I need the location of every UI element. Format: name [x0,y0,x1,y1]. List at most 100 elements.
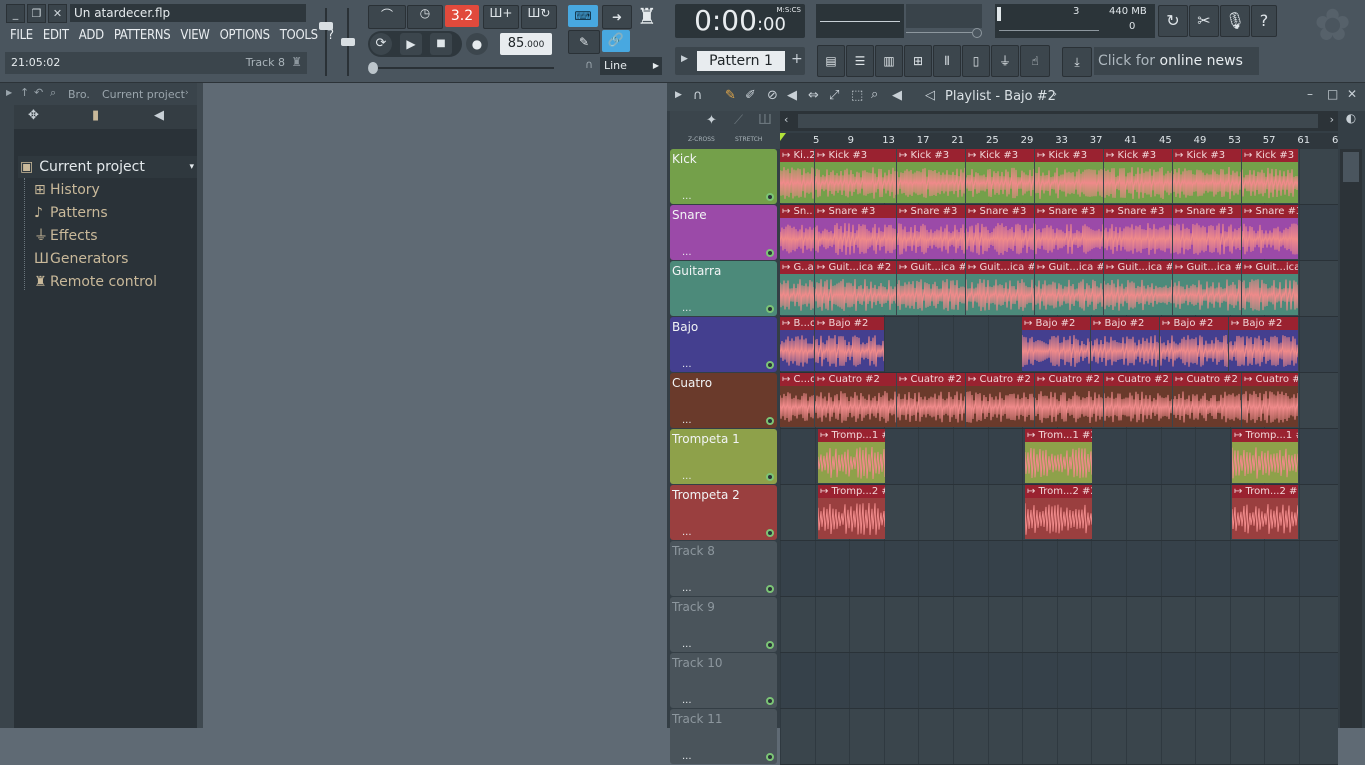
audio-clip[interactable]: ↦ Guit...ica #2 [1242,261,1298,315]
audio-clip[interactable]: ↦ Cuatro #2 [897,373,965,427]
meter-slider[interactable] [906,28,982,38]
track-header[interactable]: Track 11... [670,709,777,764]
track-mute-led[interactable] [766,753,774,761]
track-mute-led[interactable] [766,697,774,705]
menu-tools[interactable]: TOOLS [275,25,323,47]
track-header[interactable]: Cuatro... [670,373,777,428]
master-volume-slider[interactable] [318,8,334,76]
playback-icon[interactable]: ◀ [892,88,902,103]
audio-clip[interactable]: ↦ Bajo #2 [1022,317,1090,371]
track-mute-led[interactable] [766,305,774,313]
cut-button[interactable]: ✂ [1189,5,1219,37]
folder-tab-icon[interactable]: ▮ [92,108,99,123]
track-mute-led[interactable] [766,417,774,425]
link-button[interactable]: 🔗 [602,30,630,52]
menu-file[interactable]: FILE [5,25,38,47]
track-mute-led[interactable] [766,473,774,481]
mixer-button[interactable]: ⫴ [933,45,961,77]
chevron-right-icon[interactable]: ▶ [675,90,682,100]
track-options-icon[interactable]: ... [682,639,692,650]
audio-clip[interactable]: ↦ Cuatro #2 [1242,373,1298,427]
track-options-icon[interactable]: ... [682,583,692,594]
browser-root-current-project[interactable]: ▣ Current project ▾ [18,156,197,178]
mute-icon[interactable]: ◀ [787,88,797,103]
download-button[interactable]: ⤓ [1062,47,1092,77]
typing-keyboard-button[interactable]: ⌨ [568,5,598,27]
track-lane[interactable] [780,709,1338,765]
play-button[interactable]: ▶ [400,33,422,55]
audio-clip[interactable]: ↦ Bajo #2 [1229,317,1298,371]
menu-options[interactable]: OPTIONS [215,25,275,47]
audio-clip[interactable]: ↦ Snare #3 [815,205,896,259]
pattern-song-toggle[interactable]: 3.2 [445,5,479,27]
timeline-ruler[interactable]: 5 9 13 17 21 25 29 33 37 41 45 49 53 57 61 6 [780,133,1338,149]
audio-clip[interactable]: ↦ Snare #3 [1173,205,1241,259]
audio-clip[interactable]: ↦ Snare #3 [1104,205,1172,259]
minimize-icon[interactable]: – [1307,87,1313,101]
touch-controller-button[interactable]: ☝ [1020,45,1050,77]
audio-clip[interactable]: ↦ Guit...ica #2 [1173,261,1241,315]
undo-icon[interactable]: ↶ [34,86,43,99]
track-lane[interactable]: ↦ Ki..2 ↦ Kick #3 ↦ Kick #3 ↦ Kick #3 ↦ Kick… [780,149,1338,205]
step-sequencer-button[interactable]: ☰ [846,45,874,77]
audio-clip[interactable]: ↦ Kick #3 [1242,149,1298,203]
undo-history-button[interactable]: ↻ [1158,5,1188,37]
minimize-button[interactable]: _ [6,4,25,23]
track-options-icon[interactable]: ... [682,359,692,370]
zoom-icon[interactable]: ⌕ [871,87,878,102]
browser-item-generators[interactable]: ШGenerators [34,248,128,270]
browser-resize-handle[interactable] [197,83,203,728]
pattern-selector[interactable]: ▶ Pattern 1 + [675,47,805,75]
track-header[interactable]: Bajo... [670,317,777,372]
audio-clip[interactable]: ↦ Ki..2 [780,149,814,203]
track-options-icon[interactable]: ... [682,191,692,202]
tempo-display[interactable]: 85.000 [500,33,552,55]
track-header[interactable]: Kick... [670,149,777,204]
stretch-label[interactable]: STRETCH [735,136,762,143]
track-lane[interactable]: ↦ Tromp...2 #2 ↦ Trom...2 #2 ↦ Trom...2 #2 [780,485,1338,541]
audio-clip[interactable]: ↦ Trom...1 #2 [1025,429,1092,483]
audio-clip[interactable]: ↦ Tromp...2 #2 [818,485,885,539]
track-mute-led[interactable] [766,249,774,257]
track-lane[interactable]: ↦ B...o ↦ Bajo #2 ↦ Bajo #2 ↦ Bajo #2 ↦ Bajo… [780,317,1338,373]
audio-clip[interactable]: ↦ Kick #3 [1173,149,1241,203]
audio-clip[interactable]: ↦ Kick #3 [966,149,1034,203]
browser-item-patterns[interactable]: ♪ Patterns [34,202,108,224]
audio-clip[interactable]: ↦ Guit...ica #2 [815,261,896,315]
line-icon[interactable]: ⟋ [734,113,743,128]
track-lane[interactable] [780,653,1338,709]
audio-clip[interactable]: ↦ Cuatro #2 [966,373,1034,427]
browser-button[interactable]: ▯ [962,45,990,77]
audio-clip[interactable]: ↦ Bajo #2 [1160,317,1228,371]
horizontal-scrollbar[interactable]: ‹ › [780,111,1338,131]
delete-icon[interactable]: ⊘ [767,88,778,103]
track-header[interactable]: Track 9... [670,597,777,652]
audio-clip[interactable]: ↦ Cuatro #2 [1104,373,1172,427]
piano-icon[interactable]: Ш [758,113,772,128]
pencil-mode-button[interactable]: ✎ [568,30,600,54]
audio-clip[interactable]: ↦ Guit...ica #2 [897,261,965,315]
close-button[interactable]: ✕ [48,4,67,23]
slip-icon[interactable]: ⇔ [808,88,819,103]
pencil-icon[interactable]: ✎ [725,88,736,103]
audio-clip[interactable]: ↦ Kick #3 [815,149,896,203]
loop-record-button[interactable]: Ш↻ [521,5,557,29]
track-options-icon[interactable]: ... [682,527,692,538]
song-time-display[interactable]: 0:00:00 M:S:CS [675,4,805,38]
audio-clip[interactable]: ↦ Snare #3 [897,205,965,259]
audio-clip[interactable]: ↦ Trom...2 #2 [1025,485,1092,539]
all-tab-icon[interactable]: ✥ [28,108,39,123]
track-options-icon[interactable]: ... [682,471,692,482]
track-mute-led[interactable] [766,361,774,369]
plugin-picker-button[interactable]: ⏚ [991,45,1019,77]
track-options-icon[interactable]: ... [682,247,692,258]
chevron-right-icon[interactable]: › [1053,89,1057,100]
audio-clip[interactable]: ↦ Bajo #2 [1091,317,1159,371]
audio-clip[interactable]: ↦ G..a [780,261,814,315]
step-mode-button[interactable]: ➜ [602,5,632,29]
step-edit-button[interactable]: Ш+ [483,5,519,29]
menu-view[interactable]: VIEW [175,25,214,47]
select-icon[interactable]: ⬚ [851,88,863,103]
record-button[interactable]: ● [466,33,488,55]
track-mute-led[interactable] [766,193,774,201]
